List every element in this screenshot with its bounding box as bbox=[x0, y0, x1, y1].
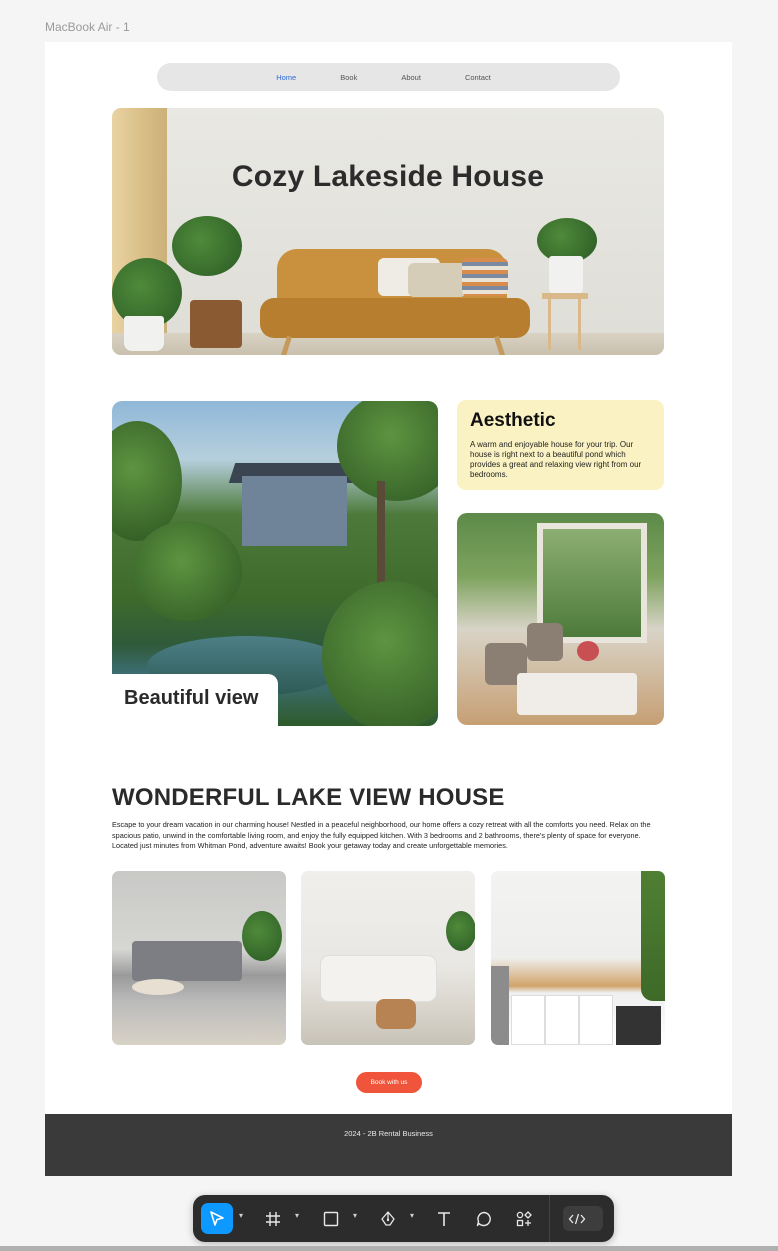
design-frame[interactable]: Home Book About Contact Cozy Lakeside Ho… bbox=[45, 42, 732, 1176]
section-text: Escape to your dream vacation in our cha… bbox=[112, 820, 651, 850]
stump-table bbox=[376, 999, 416, 1029]
patio-chair bbox=[527, 623, 563, 661]
move-tool-chevron-icon[interactable]: ▾ bbox=[239, 1211, 243, 1220]
tree bbox=[337, 401, 438, 501]
hero-image: Cozy Lakeside House bbox=[112, 108, 664, 355]
plant bbox=[446, 911, 475, 951]
nav-contact[interactable]: Contact bbox=[465, 73, 491, 82]
hero-title: Cozy Lakeside House bbox=[231, 160, 545, 193]
toolbar-divider bbox=[549, 1195, 550, 1242]
bed bbox=[132, 941, 242, 981]
book-with-us-button[interactable]: Book with us bbox=[356, 1072, 422, 1093]
hero-pot-right bbox=[549, 256, 583, 296]
shrub bbox=[132, 521, 242, 621]
move-tool-icon[interactable] bbox=[201, 1203, 233, 1234]
pen-tool-chevron-icon[interactable]: ▾ bbox=[410, 1211, 414, 1220]
hero-pillow bbox=[408, 263, 466, 297]
frame-label[interactable]: MacBook Air - 1 bbox=[45, 20, 130, 34]
house bbox=[242, 476, 347, 546]
pen-tool-icon[interactable] bbox=[374, 1203, 402, 1234]
footer-text: 2024 - 2B Rental Business bbox=[344, 1129, 433, 1138]
hero-stool-leg bbox=[548, 298, 551, 350]
hero-plant-tall bbox=[172, 216, 242, 276]
dev-mode-icon[interactable] bbox=[563, 1206, 603, 1231]
couch bbox=[321, 956, 436, 1001]
foliage bbox=[322, 581, 438, 726]
aesthetic-card: Aesthetic A warm and enjoyable house for… bbox=[457, 400, 664, 490]
cabinet bbox=[511, 995, 545, 1045]
sink bbox=[616, 1006, 661, 1045]
rectangle-tool-chevron-icon[interactable]: ▾ bbox=[353, 1211, 357, 1220]
nav-home[interactable]: Home bbox=[276, 73, 296, 82]
hero-side-table bbox=[190, 300, 242, 348]
stove bbox=[491, 966, 509, 1045]
components-icon[interactable] bbox=[510, 1203, 538, 1234]
patio-flowers bbox=[577, 641, 599, 661]
frame-tool-chevron-icon[interactable]: ▾ bbox=[295, 1211, 299, 1220]
hero-sofa-seat bbox=[260, 298, 530, 338]
view-caption: Beautiful view bbox=[124, 687, 259, 709]
patio-image bbox=[457, 513, 664, 725]
round-table bbox=[132, 979, 184, 995]
aesthetic-title: Aesthetic bbox=[470, 410, 556, 431]
figma-toolbar: ▾ ▾ ▾ ▾ bbox=[193, 1195, 614, 1242]
nav-book[interactable]: Book bbox=[340, 73, 357, 82]
footer: 2024 - 2B Rental Business bbox=[45, 1114, 732, 1176]
nav-bar: Home Book About Contact bbox=[157, 63, 620, 91]
living-room-image bbox=[301, 871, 475, 1045]
hanging-plant bbox=[641, 871, 665, 1001]
rectangle-tool-icon[interactable] bbox=[317, 1203, 345, 1234]
cabinet bbox=[579, 995, 613, 1045]
section-title: WONDERFUL LAKE VIEW HOUSE bbox=[112, 784, 505, 811]
cabinet bbox=[545, 995, 579, 1045]
kitchen-image bbox=[491, 871, 665, 1045]
text-tool-icon[interactable] bbox=[430, 1203, 458, 1234]
tree-trunk bbox=[377, 481, 385, 591]
frame-tool-icon[interactable] bbox=[259, 1203, 287, 1234]
bedroom-image bbox=[112, 871, 286, 1045]
comment-tool-icon[interactable] bbox=[470, 1203, 498, 1234]
hero-stool-leg bbox=[578, 298, 581, 350]
bottom-scroll-strip bbox=[0, 1246, 778, 1251]
hero-pot-left bbox=[124, 316, 164, 351]
plant bbox=[242, 911, 282, 961]
patio-rug bbox=[517, 673, 637, 715]
aesthetic-text: A warm and enjoyable house for your trip… bbox=[470, 440, 642, 479]
hero-pillow-striped bbox=[462, 258, 508, 296]
nav-about[interactable]: About bbox=[401, 73, 421, 82]
